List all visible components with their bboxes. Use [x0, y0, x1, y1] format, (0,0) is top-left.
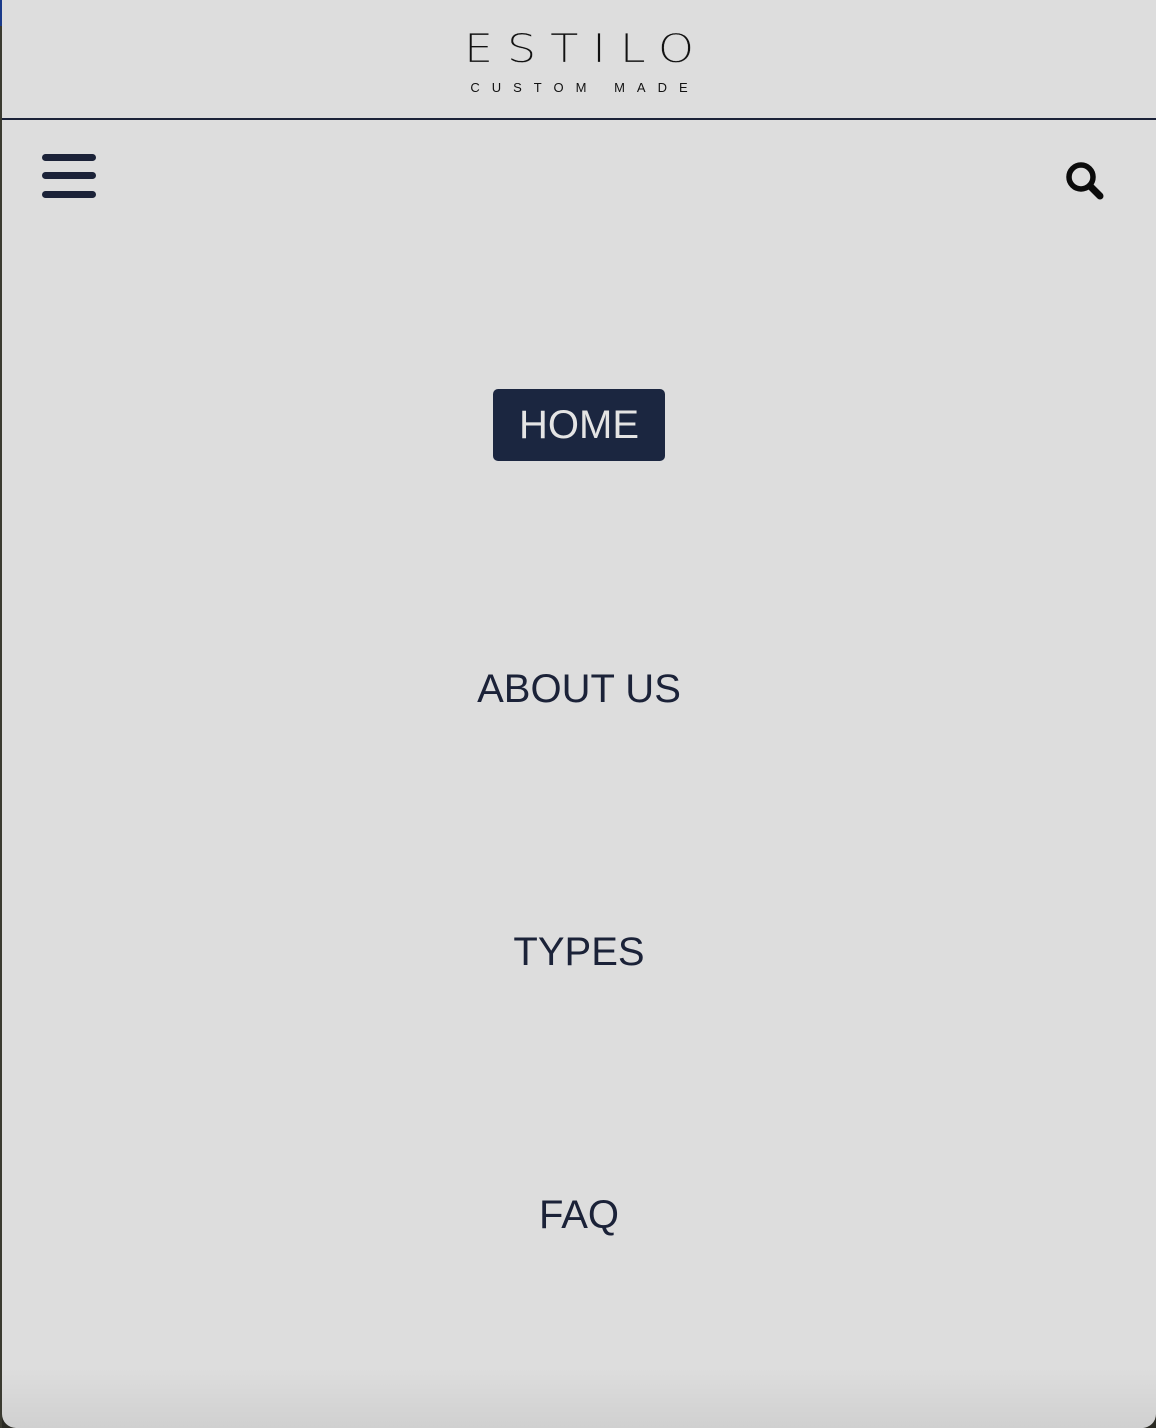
- brand-logo[interactable]: ESTILO CUSTOM MADE: [2, 24, 1156, 95]
- menu-bar: [42, 191, 96, 198]
- nav-item-about-us: ABOUT US: [2, 653, 1156, 725]
- nav-link-faq[interactable]: FAQ: [513, 1179, 645, 1251]
- hamburger-menu-icon[interactable]: [40, 150, 100, 204]
- menu-bar: [42, 154, 96, 161]
- nav-link-about-us[interactable]: ABOUT US: [451, 653, 707, 725]
- brand-tagline: CUSTOM MADE: [470, 80, 700, 95]
- site-header: ESTILO CUSTOM MADE: [2, 0, 1156, 120]
- panel-bottom-shadow: [2, 1368, 1156, 1428]
- mobile-menu-panel: ESTILO CUSTOM MADE HOME ABOUT US TYPES F…: [2, 0, 1156, 1428]
- menu-bar: [42, 172, 96, 179]
- search-button[interactable]: [1060, 156, 1108, 204]
- nav-item-home: HOME: [2, 389, 1156, 461]
- nav-item-types: TYPES: [2, 916, 1156, 988]
- main-navigation: HOME ABOUT US TYPES FAQ: [2, 0, 1156, 1428]
- nav-link-home[interactable]: HOME: [493, 389, 665, 461]
- search-icon: [1066, 162, 1104, 200]
- nav-link-types[interactable]: TYPES: [487, 916, 670, 988]
- brand-wordmark: ESTILO: [463, 24, 709, 72]
- nav-item-faq: FAQ: [2, 1179, 1156, 1251]
